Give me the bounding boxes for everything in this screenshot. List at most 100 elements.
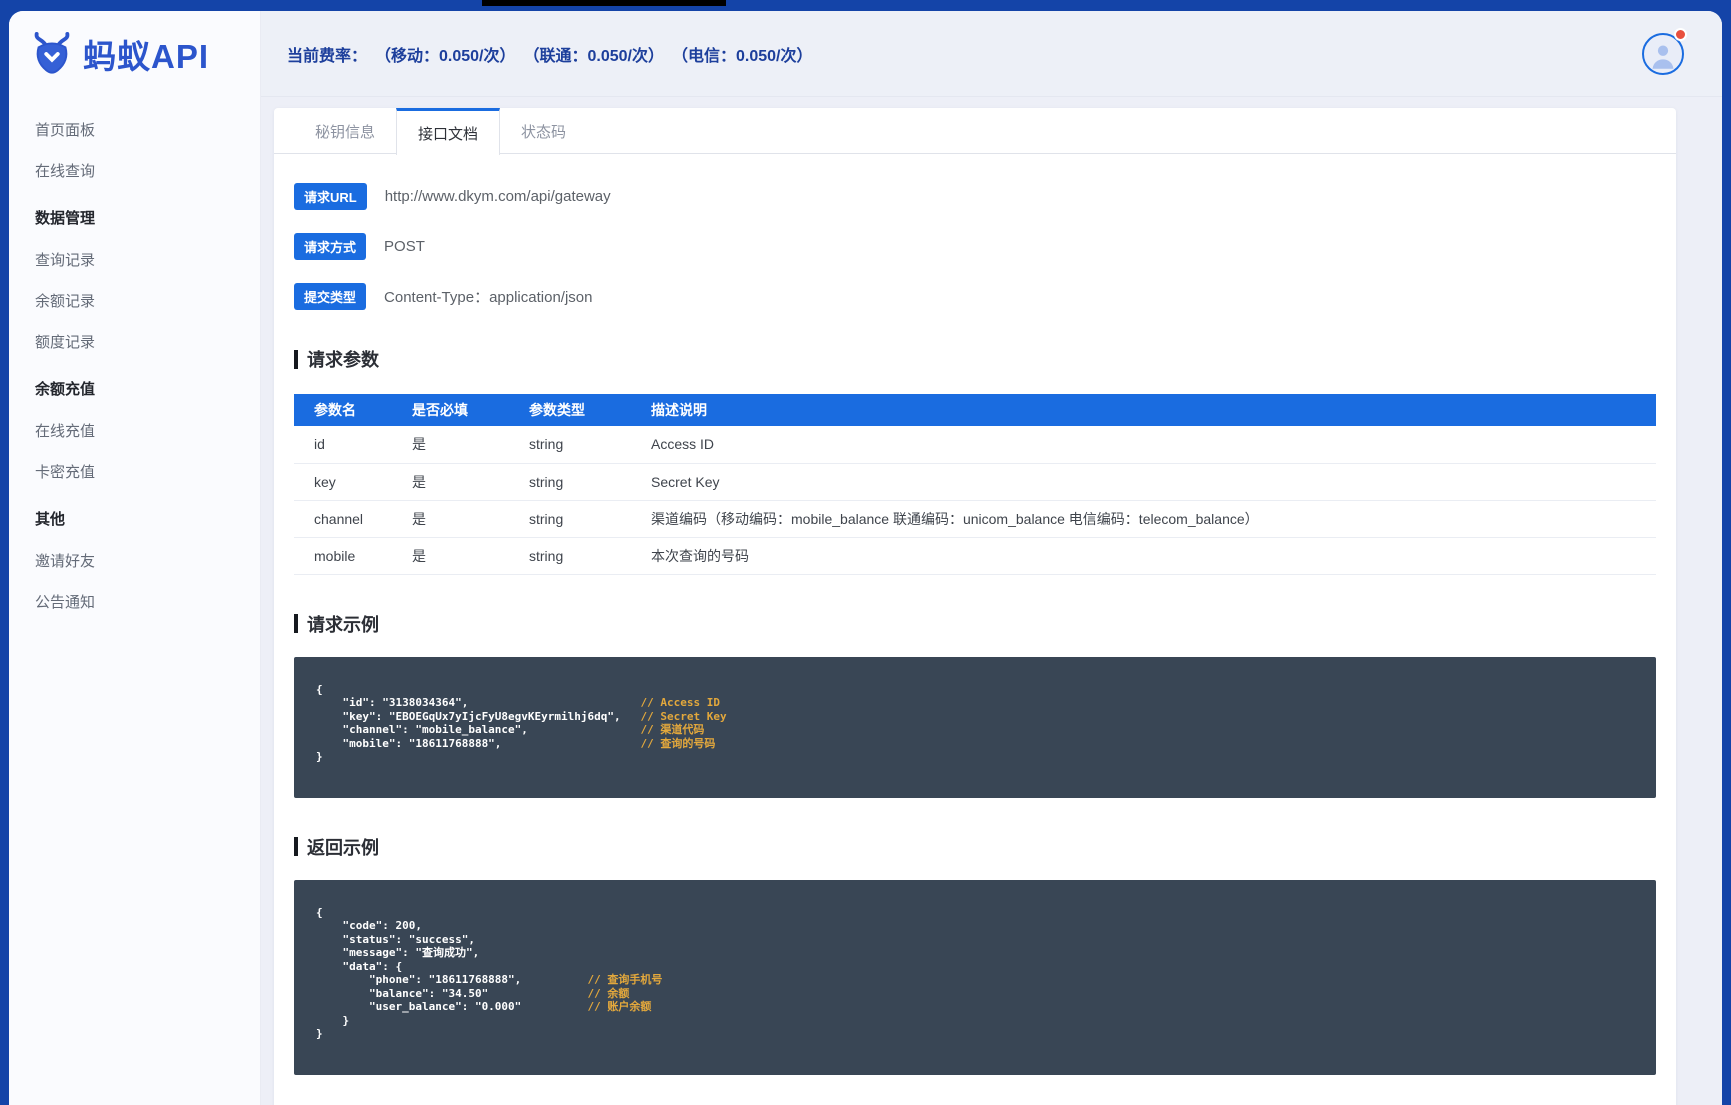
content-type-value: Content-Type：application/json [384, 289, 593, 306]
code-text: "mobile": "18611768888", [316, 736, 502, 750]
content-type-row: 提交类型 Content-Type：application/json [294, 283, 1656, 310]
param-table: 参数名 是否必填 参数类型 描述说明 id 是 string Access ID key 是 st… [294, 394, 1656, 575]
code-line: } [316, 750, 1636, 764]
table-cell: id [294, 426, 412, 464]
code-text: "data": { [316, 959, 403, 973]
code-line: "balance": "34.50" // 余额 [316, 987, 1636, 1001]
table-cell: string [529, 500, 651, 538]
table-cell: string [529, 537, 651, 575]
code-text: "balance": "34.50" [316, 986, 489, 1000]
code-text: } [316, 750, 323, 763]
sidebar-item[interactable]: 公告通知 [9, 581, 260, 622]
sidebar-item[interactable]: 在线查询 [9, 150, 260, 191]
column-header: 是否必填 [412, 394, 529, 426]
column-header: 参数类型 [529, 394, 651, 426]
code-line: "mobile": "18611768888", // 查询的号码 [316, 737, 1636, 751]
code-text: } [316, 1027, 323, 1040]
table-row: mobile 是 string 本次查询的号码 [294, 537, 1656, 575]
request-method-value: POST [384, 238, 425, 255]
sidebar-item[interactable]: 在线充值 [9, 410, 260, 451]
code-comment: // Access ID [640, 696, 720, 709]
request-method-badge: 请求方式 [294, 233, 367, 260]
sidebar-group-header: 其他 [35, 511, 66, 528]
code-line: "channel": "mobile_balance", // 渠道代码 [316, 723, 1636, 737]
code-text: } [316, 1013, 350, 1027]
fee-rate-item: （电信：0.050/次） [680, 47, 813, 65]
table-cell: 是 [412, 500, 529, 538]
logo: 蚂蚁API [9, 11, 260, 97]
code-line: { [316, 906, 1636, 920]
section-title-text: 请求参数 [307, 350, 379, 370]
sidebar-group-header: 余额充值 [35, 381, 96, 398]
column-header: 参数名 [294, 394, 412, 426]
code-text: "user_balance": "0.000" [316, 1000, 522, 1013]
content-type-badge: 提交类型 [294, 283, 367, 310]
code-line: "id": "3138034364", // Access ID [316, 696, 1636, 710]
table-cell: Access ID [651, 426, 1656, 464]
request-url-value: http://www.dkym.com/api/gateway [384, 188, 611, 205]
table-cell: 渠道编码（移动编码：mobile_balance 联通编码：unicom_bal… [651, 500, 1656, 538]
tab-status-codes[interactable]: 状态码 [500, 108, 587, 154]
fee-rate-item: （移动：0.050/次） [383, 47, 516, 65]
sidebar-item[interactable]: 首页面板 [9, 109, 260, 150]
app-frame: 蚂蚁API 首页面板 在线查询数据管理查询记录 余额记录 额度记录余额充值在线充值 卡密… [9, 11, 1722, 1105]
code-line: } [316, 1014, 1636, 1028]
logo-text: 蚂蚁API [83, 38, 210, 75]
table-cell: string [529, 463, 651, 501]
section-bar-icon [294, 837, 298, 856]
request-method-row: 请求方式 POST [294, 233, 1656, 260]
section-bar-icon [294, 349, 298, 369]
table-cell: 是 [412, 463, 529, 501]
table-cell: Secret Key [651, 463, 1656, 501]
ant-logo-icon [29, 31, 75, 77]
fee-rate-item: （联通：0.050/次） [531, 47, 665, 65]
code-comment: // 账户余额 [587, 1000, 652, 1013]
code-text: "channel": "mobile_balance", [316, 723, 528, 736]
code-line: "key": "EBOEGqUx7yIjcFyU8egvKEyrmilhj6dq… [316, 710, 1636, 724]
code-line: "user_balance": "0.000" // 账户余额 [316, 1000, 1636, 1014]
code-line: "phone": "18611768888", // 查询手机号 [316, 973, 1636, 987]
table-cell: key [294, 463, 412, 501]
section-title-return-example: 返回示例 [294, 834, 1656, 860]
code-line: "status": "success", [316, 933, 1636, 947]
code-text: { [316, 905, 323, 919]
avatar-button[interactable] [1642, 27, 1687, 75]
main-area: 秘钥信息 接口文档 状态码 请求URL http://www.dkym.com/api… [261, 97, 1722, 1105]
sidebar-item[interactable]: 余额记录 [9, 280, 260, 321]
code-text: "phone": "18611768888", [316, 973, 522, 986]
code-comment: // Secret Key [640, 709, 727, 723]
column-header: 描述说明 [651, 394, 1656, 426]
top-notch [482, 0, 726, 6]
param-table-header-row: 参数名 是否必填 参数类型 描述说明 [294, 394, 1656, 426]
sidebar-group-header: 数据管理 [35, 210, 96, 227]
tab-key-info[interactable]: 秘钥信息 [294, 108, 396, 154]
request-meta: 请求URL http://www.dkym.com/api/gateway 请求方式… [294, 183, 1656, 310]
sidebar-item[interactable]: 额度记录 [9, 321, 260, 362]
doc-card: 秘钥信息 接口文档 状态码 请求URL http://www.dkym.com/api… [274, 108, 1676, 1105]
sidebar-item[interactable]: 邀请好友 [9, 540, 260, 581]
card-body: 请求URL http://www.dkym.com/api/gateway 请求方式… [274, 154, 1676, 1105]
code-comment: // 渠道代码 [640, 723, 705, 736]
request-url-row: 请求URL http://www.dkym.com/api/gateway [294, 183, 1656, 210]
code-comment: // 查询手机号 [587, 973, 663, 986]
table-row: key 是 string Secret Key [294, 463, 1656, 501]
code-comment: // 查询的号码 [640, 736, 716, 750]
table-cell: mobile [294, 537, 412, 575]
code-text: { [316, 682, 323, 696]
table-cell: channel [294, 500, 412, 538]
code-text: "code": 200, [316, 919, 422, 932]
sidebar: 蚂蚁API 首页面板 在线查询数据管理查询记录 余额记录 额度记录余额充值在线充值 卡密… [9, 11, 261, 1105]
section-title-request-params: 请求参数 [294, 346, 1656, 372]
table-cell: 是 [412, 426, 529, 464]
section-title-request-example: 请求示例 [294, 611, 1656, 637]
tab-api-docs[interactable]: 接口文档 [396, 108, 501, 155]
sidebar-item[interactable]: 查询记录 [9, 239, 260, 280]
table-row: id 是 string Access ID [294, 426, 1656, 464]
table-cell: string [529, 426, 651, 464]
sidebar-item[interactable]: 卡密充值 [9, 451, 260, 492]
code-text: "message": "查询成功", [316, 946, 480, 959]
tab-bar: 秘钥信息 接口文档 状态码 [274, 108, 1676, 155]
code-text: "key": "EBOEGqUx7yIjcFyU8egvKEyrmilhj6dq… [316, 709, 621, 723]
code-line: } [316, 1027, 1636, 1041]
table-cell: 本次查询的号码 [651, 537, 1656, 575]
